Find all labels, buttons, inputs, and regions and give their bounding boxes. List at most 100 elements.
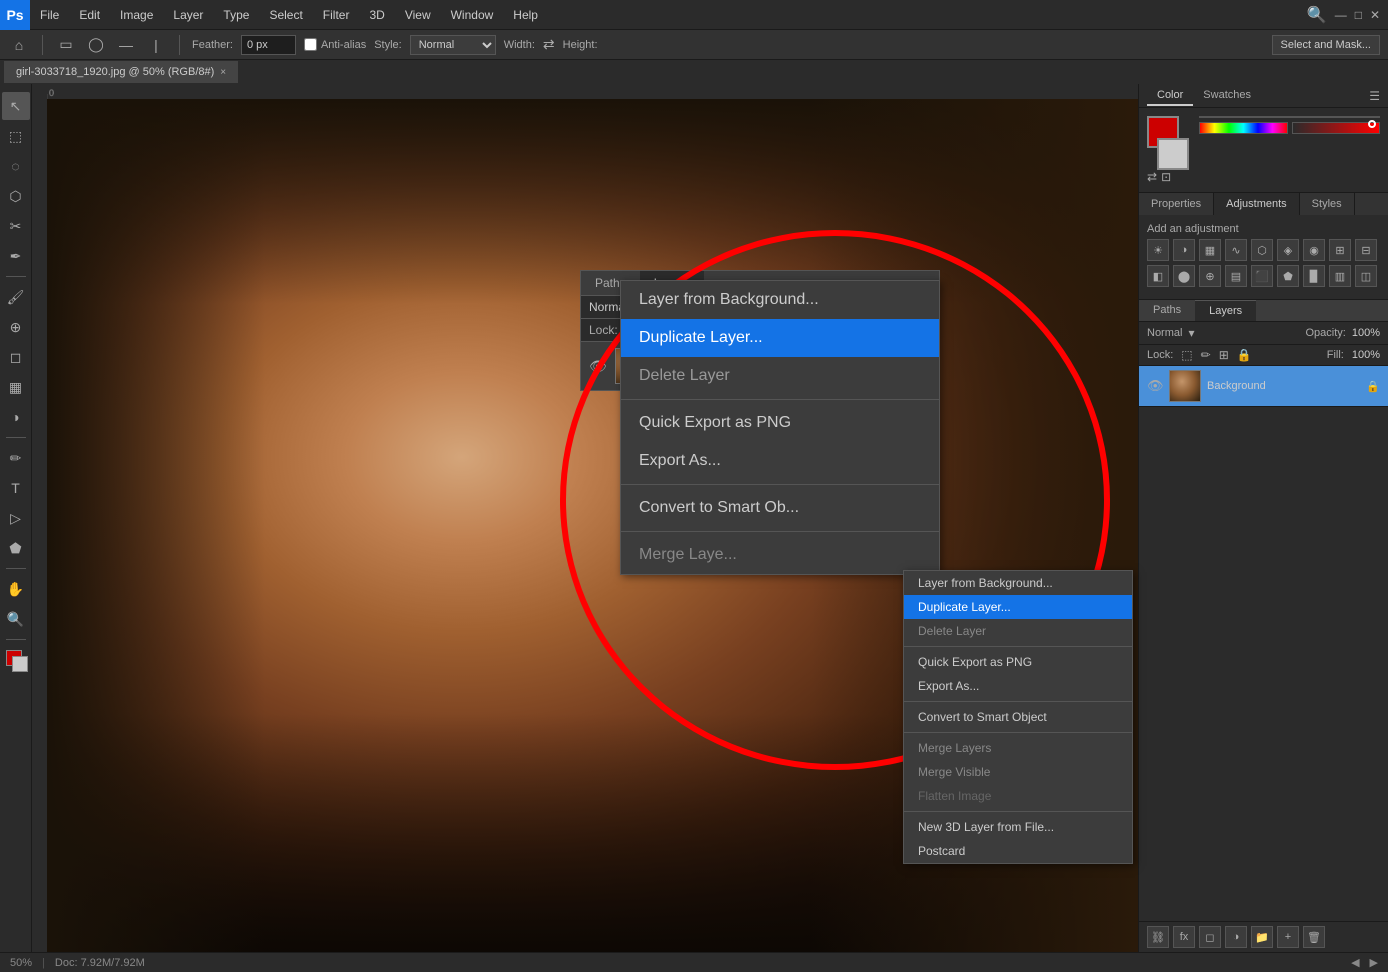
layer-link-btn[interactable]: ⛓ (1147, 926, 1169, 948)
tab-properties[interactable]: Properties (1139, 193, 1214, 215)
tool-hand[interactable]: ✋ (2, 575, 30, 603)
adj-vibrance-icon[interactable]: ◈ (1277, 239, 1299, 261)
tool-type[interactable]: T (2, 474, 30, 502)
style-select[interactable]: Normal Fixed Ratio Fixed Size (410, 35, 496, 55)
layer-visibility-icon[interactable]: 👁 (1147, 378, 1163, 394)
tab-color[interactable]: Color (1147, 86, 1193, 106)
layer-new-btn[interactable]: + (1277, 926, 1299, 948)
mode-dropdown-icon[interactable]: ▾ (1188, 326, 1194, 340)
feather-input[interactable] (241, 35, 296, 55)
menu-file[interactable]: File (30, 0, 69, 29)
menu-filter[interactable]: Filter (313, 0, 360, 29)
tool-marquee[interactable]: ⬚ (2, 122, 30, 150)
adj-posterize-icon[interactable]: ⬟ (1277, 265, 1299, 287)
lock-all-icon[interactable]: 🔒 (1237, 348, 1252, 362)
tab-layers[interactable]: Layers (1195, 300, 1256, 321)
color-panel-header: Color Swatches ☰ (1139, 84, 1388, 108)
window-minimize[interactable]: — (1335, 8, 1347, 22)
adj-bw-icon[interactable]: ◧ (1147, 265, 1169, 287)
lock-position-icon[interactable]: ✏ (1201, 348, 1211, 362)
layer-fx-btn[interactable]: fx (1173, 926, 1195, 948)
window-close[interactable]: ✕ (1370, 8, 1380, 22)
tab-adjustments[interactable]: Adjustments (1214, 193, 1300, 215)
marquee-ellipse-icon[interactable]: ◯ (85, 34, 107, 56)
adj-selectivecolor-icon[interactable]: ◫ (1355, 265, 1377, 287)
tab-styles[interactable]: Styles (1300, 193, 1355, 215)
adj-brightness-icon[interactable]: ☀ (1147, 239, 1169, 261)
tab-close-icon[interactable]: × (220, 67, 226, 78)
tool-move[interactable]: ↖ (2, 92, 30, 120)
adj-threshold-icon[interactable]: ▉ (1303, 265, 1325, 287)
menu-view[interactable]: View (395, 0, 441, 29)
lock-artboard-icon[interactable]: ⊞ (1219, 348, 1229, 362)
nav-next-icon[interactable]: ▶ (1370, 956, 1378, 969)
marquee-row-icon[interactable]: ― (115, 34, 137, 56)
adj-levels-icon[interactable]: ▦ (1199, 239, 1221, 261)
tool-path-select[interactable]: ▷ (2, 504, 30, 532)
fill-value[interactable]: 100% (1352, 349, 1380, 361)
panel-menu-icon[interactable]: ☰ (1369, 89, 1380, 103)
menu-help[interactable]: Help (503, 0, 548, 29)
menu-edit[interactable]: Edit (69, 0, 110, 29)
adj-colorlookup-icon[interactable]: ▤ (1225, 265, 1247, 287)
menu-window[interactable]: Window (441, 0, 504, 29)
tool-shape[interactable]: ⬟ (2, 534, 30, 562)
canvas-content[interactable] (47, 99, 1138, 952)
tab-swatches[interactable]: Swatches (1193, 86, 1261, 106)
adj-colormatch-icon[interactable]: ⊞ (1329, 239, 1351, 261)
document-tab[interactable]: girl-3033718_1920.jpg @ 50% (RGB/8#) × (4, 61, 239, 83)
adj-colorbalance-icon[interactable]: ⊟ (1355, 239, 1377, 261)
layer-background[interactable]: 👁 Background 🔒 (1139, 366, 1388, 407)
tool-eyedropper[interactable]: ✒ (2, 242, 30, 270)
menu-layer[interactable]: Layer (163, 0, 213, 29)
tool-zoom[interactable]: 🔍 (2, 605, 30, 633)
anti-alias-checkbox[interactable] (304, 38, 317, 51)
adj-curves-icon[interactable]: ∿ (1225, 239, 1247, 261)
color-hue-slider[interactable] (1199, 122, 1288, 134)
default-colors-icon[interactable]: ⊡ (1161, 170, 1171, 184)
anti-alias-wrap[interactable]: Anti-alias (304, 38, 366, 51)
color-alpha-slider[interactable] (1292, 122, 1381, 134)
select-mask-button[interactable]: Select and Mask... (1272, 35, 1381, 55)
tool-brush[interactable]: 🖌 (2, 283, 30, 311)
layer-group-btn[interactable]: 📁 (1251, 926, 1273, 948)
window-maximize[interactable]: □ (1355, 8, 1362, 22)
canvas-area[interactable]: 0 (32, 84, 1138, 952)
foreground-color[interactable] (2, 646, 30, 674)
tool-crop[interactable]: ✂ (2, 212, 30, 240)
tab-name: girl-3033718_1920.jpg @ 50% (RGB/8#) (16, 66, 214, 78)
swap-colors-icon[interactable]: ⇄ (1147, 170, 1157, 184)
swap-icon[interactable]: ⇄ (543, 36, 555, 53)
menu-type[interactable]: Type (213, 0, 259, 29)
adj-photo-filter-icon[interactable]: ⬤ (1173, 265, 1195, 287)
adj-gradientmap-icon[interactable]: ▥ (1329, 265, 1351, 287)
search-icon[interactable]: 🔍 (1307, 5, 1327, 25)
menu-select[interactable]: Select (259, 0, 312, 29)
menu-3d[interactable]: 3D (359, 0, 394, 29)
layer-mask-btn[interactable]: ◻ (1199, 926, 1221, 948)
tool-clone[interactable]: ⊕ (2, 313, 30, 341)
adj-channel-mixer-icon[interactable]: ⊕ (1199, 265, 1221, 287)
adj-invert-icon[interactable]: ⬛ (1251, 265, 1273, 287)
tool-lasso[interactable]: ◌ (2, 152, 30, 180)
adj-exposure-icon[interactable]: ⬡ (1251, 239, 1273, 261)
tab-paths[interactable]: Paths (1139, 300, 1195, 321)
tool-object-select[interactable]: ⬡ (2, 182, 30, 210)
tool-eraser[interactable]: ◻ (2, 343, 30, 371)
background-swatch[interactable] (1157, 138, 1189, 170)
color-gradient-picker[interactable] (1199, 116, 1380, 118)
nav-prev-icon[interactable]: ◀ (1351, 956, 1359, 969)
tool-pen[interactable]: ✏ (2, 444, 30, 472)
layer-delete-btn[interactable]: 🗑 (1303, 926, 1325, 948)
tool-gradient[interactable]: ▦ (2, 373, 30, 401)
lock-pixels-icon[interactable]: ⬚ (1181, 348, 1192, 362)
tool-home-icon[interactable]: ⌂ (8, 34, 30, 56)
opacity-value[interactable]: 100% (1352, 327, 1380, 339)
menu-image[interactable]: Image (110, 0, 163, 29)
layer-adjustment-btn[interactable]: ◑ (1225, 926, 1247, 948)
marquee-col-icon[interactable]: | (145, 34, 167, 56)
marquee-rect-icon[interactable]: ▭ (55, 34, 77, 56)
adj-hsl-icon[interactable]: ◉ (1303, 239, 1325, 261)
tool-dodge[interactable]: ◑ (2, 403, 30, 431)
adj-contrast-icon[interactable]: ◑ (1173, 239, 1195, 261)
